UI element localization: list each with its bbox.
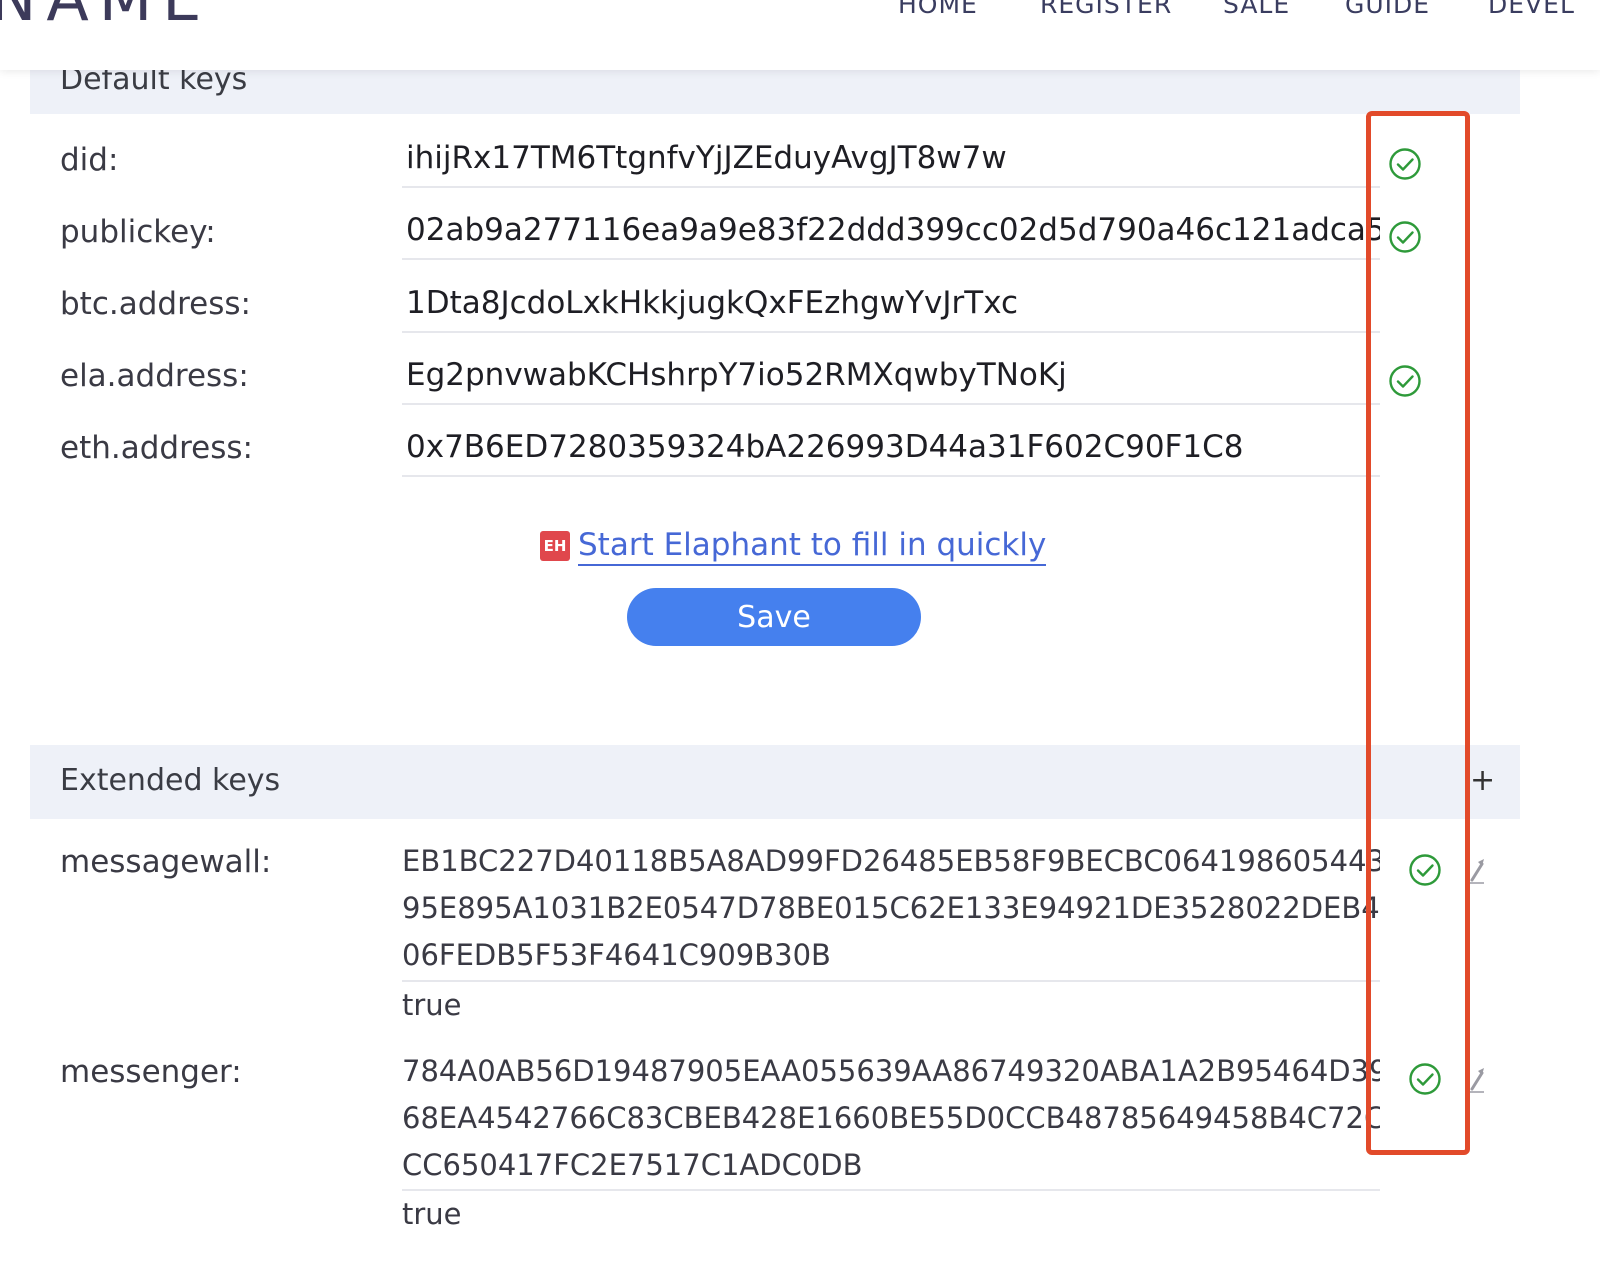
did-verified-check-icon [1389, 148, 1421, 180]
eth-address-input[interactable] [406, 429, 1380, 465]
messagewall-divider [402, 980, 1380, 982]
messagewall-value-line: 95E895A1031B2E0547D78BE015C62E133E94921D… [402, 891, 1380, 925]
add-extended-key-button[interactable]: + [1470, 763, 1495, 798]
ela-address-label: ela.address: [60, 358, 249, 394]
top-navigation-bar: NAME HOME REGISTER SALE GUIDE DEVEL [0, 0, 1600, 70]
elaphant-link-text[interactable]: Start Elaphant to fill in quickly [578, 526, 1047, 566]
elaphant-fill-link[interactable]: EH Start Elaphant to fill in quickly [540, 526, 1047, 566]
messagewall-value-line: 06FEDB5F53F4641C909B30B [402, 938, 831, 972]
publickey-input[interactable] [406, 212, 1380, 248]
ela-address-input[interactable] [406, 357, 1380, 393]
publickey-field[interactable] [402, 212, 1380, 260]
messagewall-verified-check-icon [1409, 854, 1441, 886]
messenger-edit-pencil-icon[interactable] [1464, 1065, 1490, 1095]
extended-keys-title: Extended keys [60, 763, 281, 798]
eth-address-label: eth.address: [60, 430, 253, 466]
eth-address-field[interactable] [402, 429, 1380, 477]
publickey-verified-check-icon [1389, 221, 1421, 253]
btc-address-label: btc.address: [60, 286, 251, 322]
messagewall-value-line: EB1BC227D40118B5A8AD99FD26485EB58F9BECBC… [402, 844, 1380, 878]
messenger-divider [402, 1189, 1380, 1191]
elaphant-logo-icon: EH [540, 531, 570, 561]
publickey-label: publickey: [60, 214, 216, 250]
page: NAME HOME REGISTER SALE GUIDE DEVEL Defa… [0, 0, 1600, 1280]
save-button[interactable]: Save [627, 588, 921, 646]
messenger-flag: true [402, 1197, 462, 1231]
messenger-value-line: 784A0AB56D19487905EAA055639AA86749320ABA… [402, 1054, 1380, 1088]
nav-register[interactable]: REGISTER [1040, 0, 1172, 19]
ela-address-field[interactable] [402, 357, 1380, 405]
messagewall-flag: true [402, 988, 462, 1022]
nav-home[interactable]: HOME [898, 0, 978, 19]
messagewall-label: messagewall: [60, 844, 272, 880]
btc-address-input[interactable] [406, 285, 1380, 321]
did-label: did: [60, 142, 119, 178]
did-input[interactable] [406, 140, 1380, 176]
nav-sale[interactable]: SALE [1223, 0, 1290, 19]
messenger-label: messenger: [60, 1054, 242, 1090]
messagewall-edit-pencil-icon[interactable] [1464, 856, 1490, 886]
did-field[interactable] [402, 140, 1380, 188]
nav-guide[interactable]: GUIDE [1345, 0, 1430, 19]
messenger-verified-check-icon [1409, 1063, 1441, 1095]
verification-highlight-box [1366, 111, 1470, 1155]
messenger-value-line: 68EA4542766C83CBEB428E1660BE55D0CCB48785… [402, 1101, 1380, 1135]
messenger-value-line: CC650417FC2E7517C1ADC0DB [402, 1148, 863, 1182]
ela-address-verified-check-icon [1389, 365, 1421, 397]
messagewall-value[interactable]: EB1BC227D40118B5A8AD99FD26485EB58F9BECBC… [402, 838, 1380, 979]
messenger-value[interactable]: 784A0AB56D19487905EAA055639AA86749320ABA… [402, 1048, 1380, 1189]
nav-developer[interactable]: DEVEL [1488, 0, 1575, 19]
brand-logo[interactable]: NAME [0, 0, 211, 35]
btc-address-field[interactable] [402, 285, 1380, 333]
extended-keys-header: Extended keys + [30, 745, 1520, 819]
